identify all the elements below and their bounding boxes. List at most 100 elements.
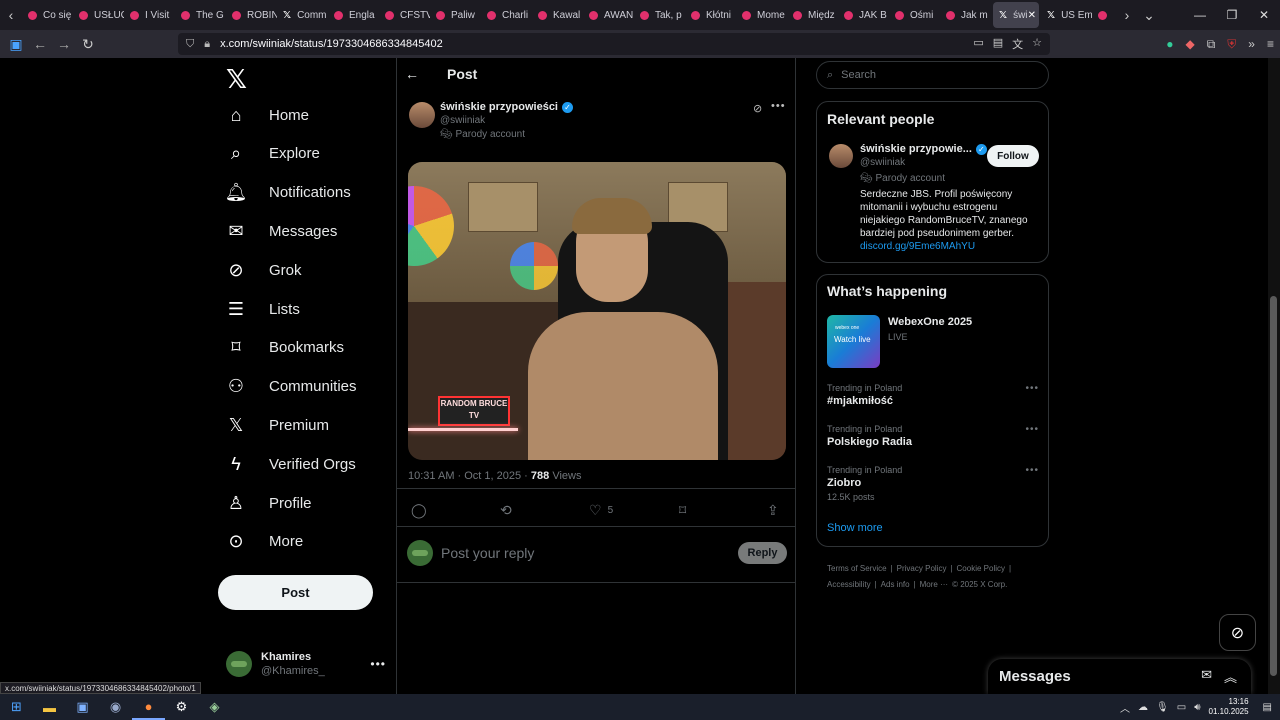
footer-link[interactable]: More ··· xyxy=(920,580,948,589)
nav-item-notifications[interactable]: 🔔︎ Notifications xyxy=(225,178,351,208)
new-message-icon[interactable]: ✉ xyxy=(1201,667,1212,686)
person-name[interactable]: świńskie przypowie... ✓ xyxy=(860,143,987,155)
sidebar-toggle-icon[interactable]: ▣ xyxy=(4,36,28,53)
more-dots-icon[interactable]: ••• xyxy=(1025,424,1039,435)
tab-item[interactable]: Co się xyxy=(22,0,73,30)
person-handle[interactable]: @swiiniak xyxy=(860,157,905,168)
footer-link[interactable]: Terms of Service xyxy=(827,564,887,573)
tab-item[interactable]: Engla xyxy=(328,0,379,30)
settings-gear-icon[interactable]: ⚙ xyxy=(165,694,198,720)
firefox-icon[interactable]: ● xyxy=(132,694,165,720)
network-icon[interactable]: ▭ xyxy=(1177,702,1186,713)
author-name[interactable]: świńskie przypowieści ✓ xyxy=(440,101,573,113)
event-thumbnail[interactable]: webex one Watch live xyxy=(827,315,880,368)
scrollbar-thumb[interactable] xyxy=(1270,296,1277,676)
reply-button[interactable]: Reply xyxy=(738,542,787,564)
tab-item[interactable]: I Visit xyxy=(124,0,175,30)
tab-list-chevron-down-icon[interactable]: ⌄ xyxy=(1138,0,1160,30)
bookmark-action[interactable]: ⌑ xyxy=(679,502,686,519)
more-dots-icon[interactable]: ••• xyxy=(1025,465,1039,476)
onedrive-icon[interactable]: ☁ xyxy=(1138,702,1148,713)
footer-link[interactable]: Privacy Policy xyxy=(897,564,947,573)
tab-item[interactable]: USŁUG xyxy=(73,0,124,30)
event-title[interactable]: WebexOne 2025 xyxy=(888,316,972,328)
nav-item-premium[interactable]: 𝕏 Premium xyxy=(226,410,329,440)
tab-item[interactable]: Międz xyxy=(787,0,838,30)
follow-button[interactable]: Follow xyxy=(987,145,1039,167)
footer-link[interactable]: Ads info xyxy=(881,580,910,589)
nav-item-verified-orgs[interactable]: ϟ Verified Orgs xyxy=(226,449,355,479)
trend-item[interactable]: Trending in Poland Ziobro 12.5K posts ••• xyxy=(827,465,1039,502)
tray-chevron-up-icon[interactable]: ︿ xyxy=(1120,700,1130,715)
reply-action[interactable]: ◯ xyxy=(411,502,427,519)
nav-item-messages[interactable]: ✉ Messages xyxy=(226,216,337,246)
menu-icon[interactable]: ≡ xyxy=(1267,37,1274,51)
tab-close-icon[interactable]: ✕ xyxy=(1028,10,1036,21)
tab-scroll-right-icon[interactable]: › xyxy=(1116,0,1138,30)
extensions-icon[interactable]: ⧉ xyxy=(1207,37,1216,52)
tab-item[interactable]: JAK B xyxy=(838,0,889,30)
tab-item[interactable]: Kłótni xyxy=(685,0,736,30)
more-dots-icon[interactable]: ••• xyxy=(771,100,786,112)
reload-icon[interactable]: ↻ xyxy=(76,36,100,53)
tab-item[interactable] xyxy=(1092,0,1116,30)
nav-item-communities[interactable]: ⚇ Communities xyxy=(226,372,357,402)
tab-item[interactable]: ROBIN xyxy=(226,0,277,30)
window-close-icon[interactable]: ✕ xyxy=(1248,8,1280,22)
reply-input[interactable]: Post your reply xyxy=(441,545,534,561)
screenshot-icon[interactable]: ▭ xyxy=(973,36,983,52)
start-windows-icon[interactable]: ⊞ xyxy=(0,694,33,720)
post-button[interactable]: Post xyxy=(218,575,373,610)
tab-item[interactable]: The G xyxy=(175,0,226,30)
shield-icon[interactable]: ⛉ xyxy=(186,38,194,51)
bio-link[interactable]: discord.gg/9Eme6MAhYU xyxy=(860,240,1040,253)
author-avatar[interactable] xyxy=(409,102,435,128)
bookmark-star-icon[interactable]: ☆ xyxy=(1032,36,1042,52)
show-more-link[interactable]: Show more xyxy=(827,522,883,534)
vpn-extension-icon[interactable]: ● xyxy=(1166,37,1173,51)
nav-item-explore[interactable]: ⌕ Explore xyxy=(226,139,320,169)
steam-icon[interactable]: ◉ xyxy=(99,694,132,720)
more-dots-icon[interactable]: ••• xyxy=(370,657,386,671)
nav-item-bookmarks[interactable]: ⌑ Bookmarks xyxy=(226,333,344,363)
nav-item-profile[interactable]: ♙ Profile xyxy=(226,488,312,518)
tab-item[interactable]: 𝕏 Comm xyxy=(277,0,328,30)
messages-drawer[interactable]: Messages ✉ ︽ xyxy=(988,659,1251,694)
nav-item-lists[interactable]: ☰ Lists xyxy=(226,294,300,324)
trend-item[interactable]: Trending in Poland Polskiego Radia ••• xyxy=(827,424,1039,448)
post-time[interactable]: 10:31 AM · Oct 1, 2025 · xyxy=(408,470,531,482)
like-action[interactable]: ♡ 5 xyxy=(589,502,613,519)
notifications-icon[interactable]: ▤ xyxy=(1263,702,1272,713)
file-explorer-icon[interactable]: ▬ xyxy=(33,694,66,720)
translate-icon[interactable]: 文 xyxy=(1012,36,1023,52)
grok-explain-icon[interactable]: ⊘ xyxy=(753,102,762,115)
clock[interactable]: 13:16 01.10.2025 xyxy=(1209,697,1249,717)
tab-item[interactable]: Ośmi xyxy=(889,0,940,30)
x-logo-icon[interactable]: 𝕏 xyxy=(226,64,247,95)
forward-icon[interactable]: → xyxy=(52,36,76,52)
monitor-app-icon[interactable]: ▣ xyxy=(66,694,99,720)
page-scrollbar[interactable] xyxy=(1268,58,1280,694)
reader-view-icon[interactable]: ▤ xyxy=(993,36,1003,52)
avatar[interactable] xyxy=(829,144,853,168)
tab-item[interactable]: 𝕏 US Em xyxy=(1041,0,1092,30)
account-switcher[interactable]: Khamires @Khamires_ ••• xyxy=(226,648,386,680)
nav-item-grok[interactable]: ⊘ Grok xyxy=(226,255,301,285)
tab-item[interactable]: Kawal xyxy=(532,0,583,30)
back-arrow-icon[interactable]: ← xyxy=(405,66,425,82)
tab-active[interactable]: 𝕏 świ ✕ xyxy=(993,2,1039,28)
post-photo[interactable]: RANDOM BRUCE TV xyxy=(408,162,786,460)
tab-scroll-left-icon[interactable]: ‹ xyxy=(0,0,22,30)
footer-link[interactable]: Accessibility xyxy=(827,580,871,589)
ublock-icon[interactable]: ⛨ xyxy=(1227,37,1236,52)
grok-fab-icon[interactable]: ⊘ xyxy=(1219,614,1256,651)
tab-item[interactable]: Paliw xyxy=(430,0,481,30)
tab-item[interactable]: Mome xyxy=(736,0,787,30)
more-dots-icon[interactable]: ••• xyxy=(1025,383,1039,394)
overflow-chevron-icon[interactable]: » xyxy=(1248,37,1255,51)
footer-link[interactable]: Cookie Policy xyxy=(957,564,1005,573)
tab-item[interactable]: AWAN xyxy=(583,0,634,30)
expand-chevron-up-icon[interactable]: ︽ xyxy=(1224,667,1237,686)
tab-item[interactable]: Charli xyxy=(481,0,532,30)
author-handle[interactable]: @swiiniak xyxy=(440,115,485,126)
